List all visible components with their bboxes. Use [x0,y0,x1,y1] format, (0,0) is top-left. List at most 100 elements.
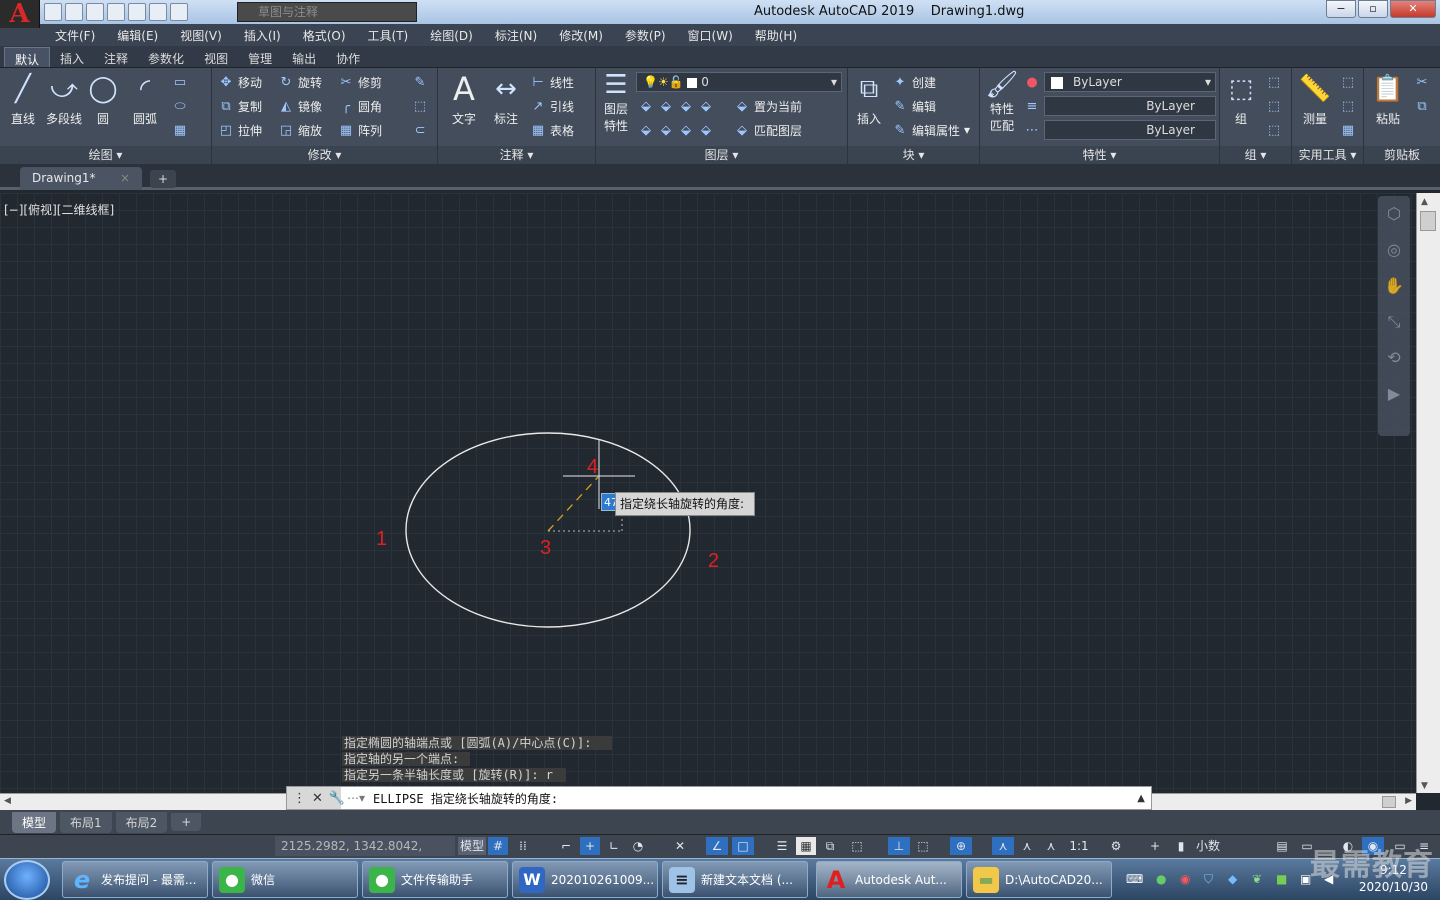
document-tab-drawing1[interactable]: Drawing1* × [20,167,142,190]
properties-panel-title[interactable]: 特性 ▾ [980,146,1219,164]
taskbar-item-autocad[interactable]: A Autodesk Aut... [816,861,962,898]
application-menu-button[interactable]: A [0,0,40,28]
selection-filter-icon[interactable]: ⬚ [912,837,934,855]
undo-icon[interactable] [149,3,167,21]
coordinates-readout[interactable]: 2125.2982, 1342.8042, 0.0000 [275,836,455,873]
group-edit-button[interactable]: ⬚ [1266,96,1282,116]
viewcube-icon[interactable]: ⬡ [1383,204,1405,226]
save-icon[interactable] [86,3,104,21]
insert-block-button[interactable]: ⧉ 插入 [850,72,888,127]
close-button[interactable]: ✕ [1390,0,1436,18]
color-dropdown[interactable]: ByLayer ▾ [1044,72,1216,92]
match-layer-button[interactable]: ⬙ 匹配图层 [734,120,802,140]
add-layout-button[interactable]: + [171,813,202,831]
set-current-button[interactable]: ⬙ 置为当前 [734,96,802,116]
linear-button[interactable]: ⊢ 线性 [530,72,574,92]
hatch-button[interactable]: ▦ [172,120,188,140]
trim-button[interactable]: ✂ 修剪 [338,72,382,92]
tab-layout2[interactable]: 布局2 [115,811,168,833]
menu-view[interactable]: 视图(V) [180,27,222,44]
shield-icon[interactable]: ⛉ [1204,872,1213,887]
wechat-tray-icon[interactable]: ● [1156,872,1166,886]
steering-wheel-icon[interactable]: ◎ [1383,240,1405,262]
auto-scale-icon[interactable]: ⋏ [1016,837,1038,855]
explode-button[interactable]: ⬚ [412,96,428,116]
scroll-up-icon[interactable]: ▲ [1421,197,1428,207]
model-space-toggle[interactable]: 模型 [458,837,486,855]
dynamic-ucs-icon[interactable]: ⊥ [888,837,910,855]
save-as-icon[interactable] [107,3,125,21]
measure-button[interactable]: 📏 测量 [1294,72,1336,127]
menu-format[interactable]: 格式(O) [303,27,346,44]
nvidia-icon[interactable]: ■ [1276,872,1287,886]
rectangle-button[interactable]: ▭ [172,72,188,92]
dimension-button[interactable]: ↔ 标注 [486,72,526,127]
weibo-icon[interactable]: ◉ [1180,872,1190,886]
tab-layout1[interactable]: 布局1 [60,811,112,833]
rotate-button[interactable]: ↻ 旋转 [278,72,322,92]
ungroup-button[interactable]: ⬚ [1266,72,1282,92]
tab-view[interactable]: 视图 [194,47,238,67]
group-button[interactable]: ⬚ 组 [1222,72,1260,127]
ortho-icon[interactable]: ∟ [604,837,624,855]
select-all-button[interactable]: ⬚ [1340,96,1356,116]
scroll-right-icon[interactable]: ▶ [1405,796,1412,806]
menu-insert[interactable]: 插入(I) [244,27,281,44]
dynamic-input-icon[interactable]: + [580,837,600,855]
annotation-scale-icon[interactable]: ⋏ [1040,837,1062,855]
menu-modify[interactable]: 修改(M) [559,27,603,44]
taskbar-item-notepad[interactable]: ≡ 新建文本文档 (... [662,861,808,898]
copy-clip-button[interactable]: ⧉ [1414,96,1430,116]
draw-panel-title[interactable]: 绘图 ▾ [0,146,211,164]
edit-attributes-button[interactable]: ✎ 编辑属性 ▾ [892,120,971,140]
stretch-button[interactable]: ◰ 拉伸 [218,120,262,140]
menu-dimension[interactable]: 标注(N) [495,27,537,44]
arc-button[interactable]: ◜ 圆弧 [126,72,164,127]
isodraft-icon[interactable]: ✕ [670,837,690,855]
color-wheel-icon[interactable]: ● [1024,72,1040,92]
pan-hand-icon[interactable]: ✋ [1383,276,1405,298]
tab-model[interactable]: 模型 [12,811,57,833]
match-properties-button[interactable]: 🖌 特性 匹配 [982,70,1022,134]
array-button[interactable]: ▦ 阵列 [338,120,382,140]
mirror-button[interactable]: ◭ 镜像 [278,96,322,116]
tab-parametric[interactable]: 参数化 [138,47,194,67]
linetype-dropdown[interactable]: ByLayer [1044,96,1216,116]
copy-button[interactable]: ⧉ 复制 [218,96,262,116]
object-snap-icon[interactable]: □ [732,837,754,855]
taskbar-item-wechat[interactable]: ● 微信 [212,861,358,898]
customize-wrench-icon[interactable]: 🔧 [329,791,345,806]
circle-button[interactable]: ◯ 圆 [86,72,120,127]
menu-window[interactable]: 窗口(W) [688,27,733,44]
grip-icon[interactable]: ⋮ [293,791,306,806]
object-snap-tracking-icon[interactable]: ∠ [706,837,728,855]
menu-parametric[interactable]: 参数(P) [625,27,666,44]
open-file-icon[interactable] [65,3,83,21]
snap-icon[interactable]: ⁞⁞ [512,837,534,855]
group-panel-title[interactable]: 组 ▾ [1220,146,1291,164]
polar-tracking-icon[interactable]: ◔ [628,837,648,855]
close-command-icon[interactable]: ✕ [312,791,323,806]
create-block-button[interactable]: ✦ 创建 [892,72,936,92]
units-dropdown[interactable]: 小数 [1196,837,1256,855]
tab-default[interactable]: 默认 [4,47,51,67]
layers-panel-title[interactable]: 图层 ▾ [596,146,847,164]
taskbar-item-file-transfer[interactable]: ● 文件传输助手 [362,861,508,898]
taskbar-item-folder[interactable]: ▬ D:\AutoCAD20... [966,861,1112,898]
edit-block-button[interactable]: ✎ 编辑 [892,96,936,116]
cut-button[interactable]: ✂ [1414,72,1430,92]
leaf-icon[interactable]: ❦ [1252,872,1262,886]
menu-edit[interactable]: 编辑(E) [117,27,158,44]
scroll-down-icon[interactable]: ▼ [1421,781,1428,791]
annotation-panel-title[interactable]: 注释 ▾ [438,146,595,164]
text-button[interactable]: A 文字 [442,70,486,127]
taskbar-item-ie[interactable]: e 发布提问 - 最需... [62,861,208,898]
gizmo-icon[interactable]: ⊕ [950,837,972,855]
zoom-icon[interactable]: ⤡ [1383,312,1405,334]
command-history-toggle-icon[interactable]: ▲ [1137,793,1145,804]
block-panel-title[interactable]: 块 ▾ [848,146,979,164]
utilities-panel-title[interactable]: 实用工具 ▾ [1292,146,1363,164]
offset-button[interactable]: ⊂ [412,120,428,140]
showmotion-icon[interactable]: ▶ [1383,384,1405,406]
move-button[interactable]: ✥ 移动 [218,72,262,92]
